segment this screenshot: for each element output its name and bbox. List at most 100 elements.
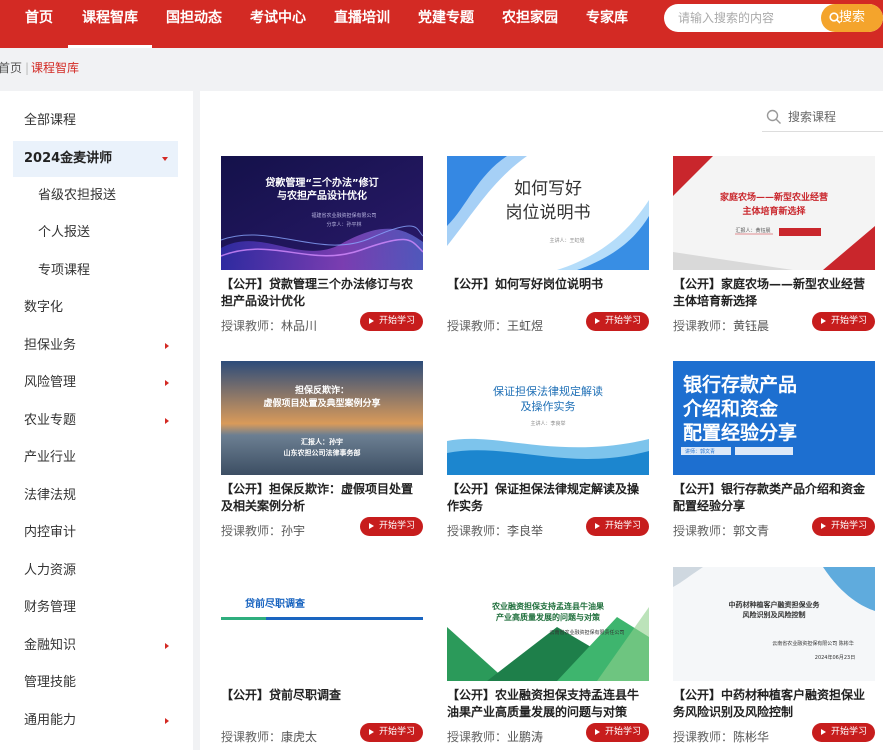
global-search-input[interactable] [678, 4, 818, 32]
course-card[interactable]: 如何写好 岗位说明书 主讲人：王虹煜 【公开】如何写好岗位说明书 授课教师：王虹… [447, 156, 649, 346]
sidebar-item-label: 财务管理 [24, 600, 77, 615]
sidebar-item-label: 风险管理 [24, 375, 77, 390]
sidebar-item-agriculture[interactable]: 农业专题 [0, 403, 193, 439]
sidebar-subitem-personal[interactable]: 个人报送 [0, 215, 193, 251]
start-learning-button[interactable]: 开始学习 [812, 517, 875, 536]
sidebar-item-2024-lecturer[interactable]: 2024金麦讲师 [13, 141, 178, 177]
course-card[interactable]: 家庭农场——新型农业经营 主体培育新选择 汇报人：黄钰晨 【公开】家庭农场——新… [673, 156, 875, 346]
start-learning-button[interactable]: 开始学习 [586, 312, 649, 331]
course-list: 贷款管理“三个办法”修订 与农担产品设计优化 福建省农业融资担保有限公司 分享人… [200, 91, 883, 750]
start-learning-button[interactable]: 开始学习 [586, 517, 649, 536]
course-title[interactable]: 【公开】家庭农场——新型农业经营主体培育新选择 [673, 276, 875, 310]
teacher-label: 授课教师： [673, 730, 734, 744]
sidebar-item-label: 金融知识 [24, 638, 77, 653]
start-learning-label: 开始学习 [379, 521, 416, 531]
course-title[interactable]: 【公开】如何写好岗位说明书 [447, 276, 649, 310]
course-card[interactable]: 农业融资担保支持孟连县牛油果 产业高质量发展的问题与对策 云南省农业融资担保有限… [447, 567, 649, 750]
course-thumbnail[interactable]: 担保反欺诈： 虚假项目处置及典型案例分享 汇报人：孙宇 山东农担公司法律事务部 [221, 361, 423, 475]
sidebar-item-all[interactable]: 全部课程 [0, 103, 193, 139]
thumbnail-caption: 山东农担公司法律事务部 [284, 448, 361, 457]
search-icon [829, 12, 841, 24]
course-card[interactable]: 贷前尽职调查 【公开】贷前尽职调查 授课教师：康虎太 开始学习 [221, 567, 423, 750]
nav-item-expert-library[interactable]: 专家库 [586, 0, 628, 48]
start-learning-label: 开始学习 [379, 316, 416, 326]
course-search [762, 102, 883, 132]
start-learning-button[interactable]: 开始学习 [360, 312, 423, 331]
course-title[interactable]: 【公开】中药材种植客户融资担保业务风险识别及风险控制 [673, 687, 875, 721]
teacher-name: 郭文青 [733, 524, 770, 538]
category-sidebar: 全部课程 2024金麦讲师 省级农担报送 个人报送 专项课程 数字化 担保业务 … [0, 91, 193, 750]
sidebar-item-industry[interactable]: 产业行业 [0, 440, 193, 476]
search-button-label: 搜索 [839, 10, 866, 25]
sidebar-item-finance[interactable]: 财务管理 [0, 590, 193, 626]
course-thumbnail[interactable]: 银行存款产品 介绍和资金 配置经验分享 讲师：郭文青 [673, 361, 875, 475]
start-learning-button[interactable]: 开始学习 [360, 723, 423, 742]
thumbnail-caption: 2024年06月23日 [815, 654, 855, 661]
sidebar-item-label: 2024金麦讲师 [24, 151, 113, 166]
sidebar-item-law[interactable]: 法律法规 [0, 478, 193, 514]
start-learning-button[interactable]: 开始学习 [812, 312, 875, 331]
course-card[interactable]: 担保反欺诈： 虚假项目处置及典型案例分享 汇报人：孙宇 山东农担公司法律事务部 … [221, 361, 423, 551]
sidebar-item-management[interactable]: 管理技能 [0, 665, 193, 701]
caret-down-icon [162, 157, 168, 161]
caret-right-icon [165, 643, 169, 649]
course-card[interactable]: 贷款管理“三个办法”修订 与农担产品设计优化 福建省农业融资担保有限公司 分享人… [221, 156, 423, 346]
start-learning-button[interactable]: 开始学习 [360, 517, 423, 536]
play-icon [821, 318, 826, 324]
course-title[interactable]: 【公开】保证担保法律规定解读及操作实务 [447, 481, 649, 515]
course-thumbnail[interactable]: 贷款管理“三个办法”修订 与农担产品设计优化 福建省农业融资担保有限公司 分享人… [221, 156, 423, 270]
course-title[interactable]: 【公开】担保反欺诈：虚假项目处置及相关案例分析 [221, 481, 423, 515]
sidebar-subitem-provincial[interactable]: 省级农担报送 [0, 178, 193, 214]
sidebar-item-label: 数字化 [24, 300, 64, 315]
sidebar-item-label: 通用能力 [24, 713, 77, 728]
play-icon [369, 523, 374, 529]
course-title[interactable]: 【公开】银行存款类产品介绍和资金配置经验分享 [673, 481, 875, 515]
sidebar-item-risk[interactable]: 风险管理 [0, 365, 193, 401]
sidebar-item-hr[interactable]: 人力资源 [0, 553, 193, 589]
nav-item-live-training[interactable]: 直播培训 [334, 0, 390, 48]
course-card[interactable]: 中药材种植客户融资担保业务 风险识别及风险控制 云南省农业融资担保有限公司 陈彬… [673, 567, 875, 750]
course-thumbnail[interactable]: 农业融资担保支持孟连县牛油果 产业高质量发展的问题与对策 云南省农业融资担保有限… [447, 567, 649, 681]
course-search-input[interactable] [788, 102, 883, 132]
nav-item-home-garden[interactable]: 农担家园 [502, 0, 558, 48]
course-thumbnail[interactable]: 如何写好 岗位说明书 主讲人：王虹煜 [447, 156, 649, 270]
course-thumbnail[interactable]: 贷前尽职调查 [221, 567, 423, 681]
course-title[interactable]: 【公开】贷款管理三个办法修订与农担产品设计优化 [221, 276, 423, 310]
course-card[interactable]: 银行存款产品 介绍和资金 配置经验分享 讲师：郭文青 【公开】银行存款类产品介绍… [673, 361, 875, 551]
course-thumbnail[interactable]: 中药材种植客户融资担保业务 风险识别及风险控制 云南省农业融资担保有限公司 陈彬… [673, 567, 875, 681]
teacher-name: 陈彬华 [733, 730, 770, 744]
teacher-label: 授课教师： [221, 730, 282, 744]
course-thumbnail[interactable]: 保证担保法律规定解读 及操作实务 主讲人：李良举 [447, 361, 649, 475]
sidebar-item-digital[interactable]: 数字化 [0, 290, 193, 326]
course-title[interactable]: 【公开】贷前尽职调查 [221, 687, 423, 721]
sidebar-subitem-special[interactable]: 专项课程 [0, 253, 193, 289]
sidebar-item-general[interactable]: 通用能力 [0, 703, 193, 739]
course-thumbnail[interactable]: 家庭农场——新型农业经营 主体培育新选择 汇报人：黄钰晨 [673, 156, 875, 270]
nav-item-home[interactable]: 首页 [25, 0, 53, 48]
course-teacher: 授课教师：孙宇 [221, 522, 305, 539]
teacher-label: 授课教师： [221, 319, 282, 333]
sidebar-item-label: 产业行业 [24, 450, 77, 465]
nav-item-news[interactable]: 国担动态 [166, 0, 222, 48]
thumbnail-title-line: 岗位说明书 [506, 203, 591, 223]
nav-item-exam-center[interactable]: 考试中心 [250, 0, 306, 48]
sidebar-item-guarantee[interactable]: 担保业务 [0, 328, 193, 364]
breadcrumb-home[interactable]: 首页 [0, 48, 22, 88]
sidebar-item-financial-knowledge[interactable]: 金融知识 [0, 628, 193, 664]
caret-right-icon [165, 418, 169, 424]
nav-item-party-topic[interactable]: 党建专题 [418, 0, 474, 48]
thumbnail-title-line: 配置经验分享 [683, 421, 797, 444]
course-card[interactable]: 保证担保法律规定解读 及操作实务 主讲人：李良举 【公开】保证担保法律规定解读及… [447, 361, 649, 551]
sidebar-item-audit[interactable]: 内控审计 [0, 515, 193, 551]
thumbnail-caption: 云南省农业融资担保有限公司 陈彬华 [772, 640, 854, 647]
teacher-name: 王虹煜 [507, 319, 544, 333]
thumbnail-title-line: 如何写好 [514, 179, 582, 199]
course-title[interactable]: 【公开】农业融资担保支持孟连县牛油果产业高质量发展的问题与对策 [447, 687, 649, 721]
start-learning-button[interactable]: 开始学习 [812, 723, 875, 742]
search-button[interactable]: 搜索 [821, 4, 883, 32]
start-learning-button[interactable]: 开始学习 [586, 723, 649, 742]
sidebar-item-label: 省级农担报送 [38, 188, 117, 203]
thumbnail-title-line: 与农担产品设计优化 [277, 189, 367, 202]
nav-item-course-library[interactable]: 课程智库 [68, 0, 152, 48]
thumbnail-caption: 讲师：郭文青 [685, 448, 715, 455]
